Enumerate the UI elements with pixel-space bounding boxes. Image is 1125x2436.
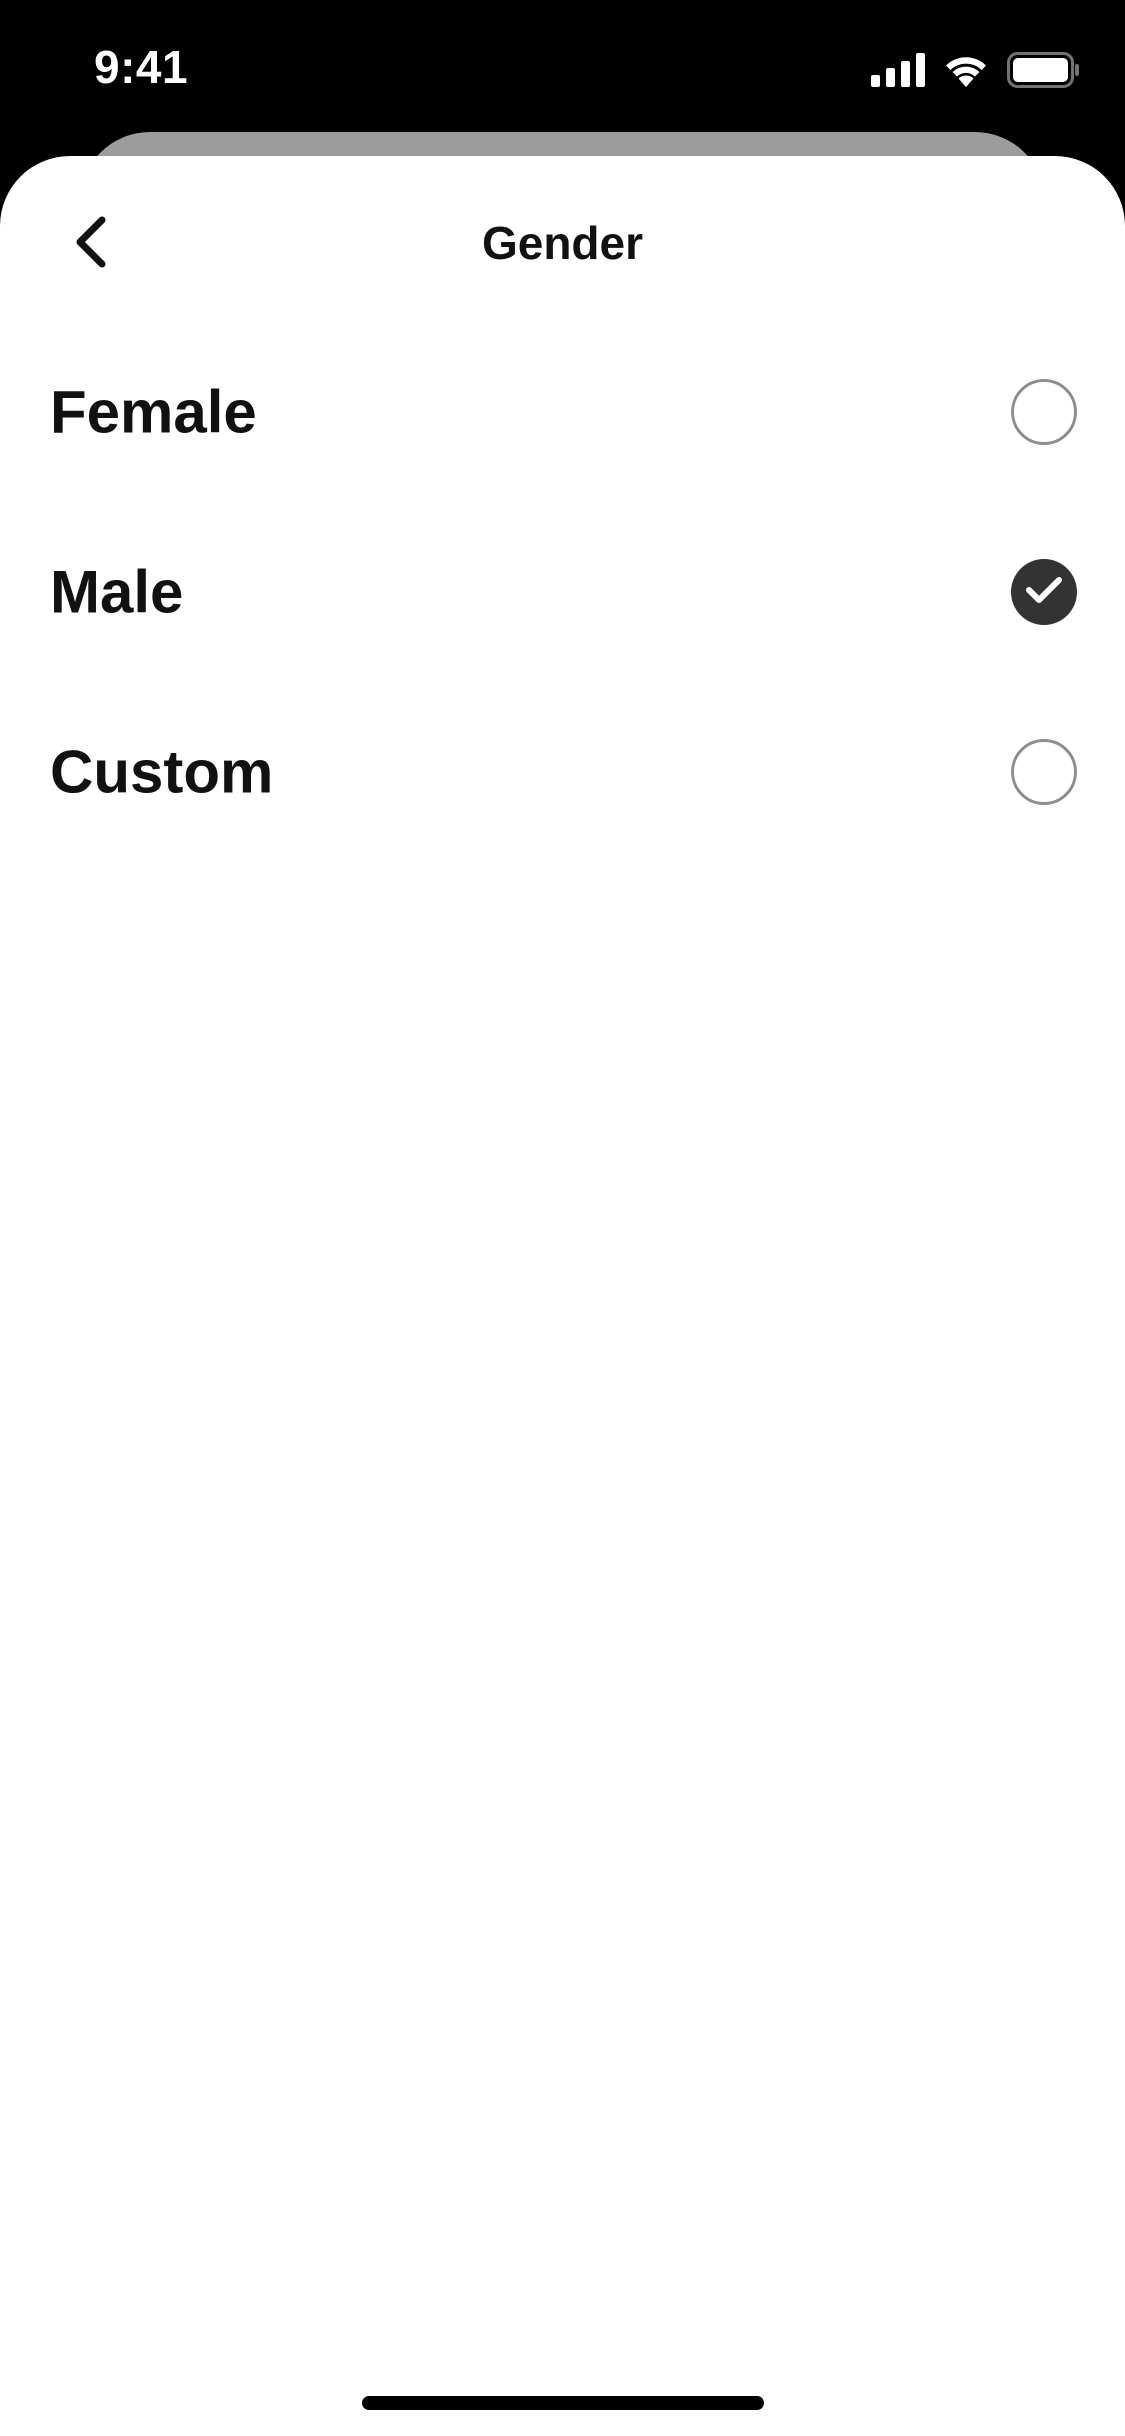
checkmark-icon [1025,575,1063,610]
option-label: Female [50,378,257,446]
option-male[interactable]: Male [0,502,1125,682]
radio-button[interactable] [1011,739,1077,805]
option-label: Custom [50,738,274,806]
radio-button-selected[interactable] [1011,559,1077,625]
status-time: 9:41 [94,41,189,93]
option-custom[interactable]: Custom [0,682,1125,862]
cellular-signal-icon [871,53,925,87]
gender-options-list: Female Male Custom [0,322,1125,862]
sheet-header: Gender [0,156,1125,336]
radio-button[interactable] [1011,379,1077,445]
gender-sheet: Gender Female Male Custom [0,156,1125,2436]
battery-icon [1007,52,1081,88]
wifi-icon [943,53,989,87]
status-icons [871,50,1081,90]
option-label: Male [50,558,184,626]
option-female[interactable]: Female [0,322,1125,502]
page-title: Gender [481,217,644,269]
home-indicator [362,2396,764,2410]
status-bar: 9:41 [0,0,1125,132]
